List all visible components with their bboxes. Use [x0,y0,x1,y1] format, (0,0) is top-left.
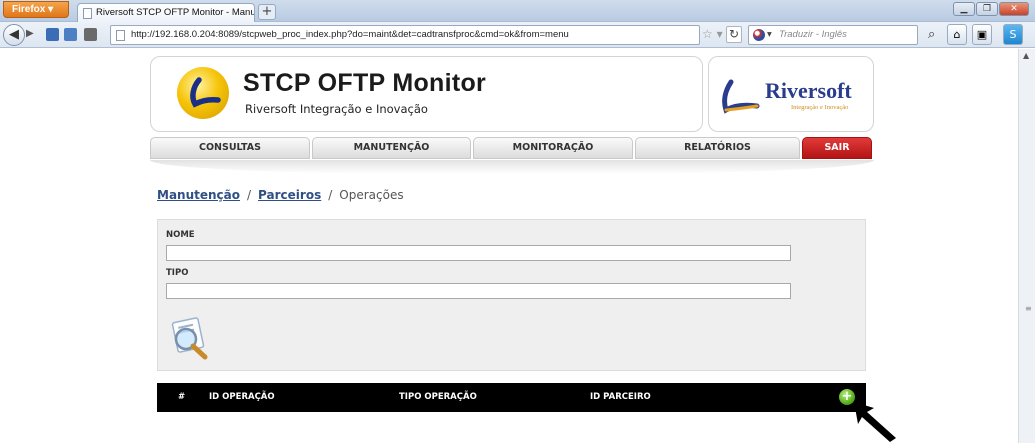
addon-icon[interactable]: ▣ [972,24,992,45]
page-icon [116,30,125,41]
mouse-cursor-icon [854,402,896,442]
breadcrumb-separator: / [328,188,333,202]
window-controls: ▁ ❐ ✕ [953,2,1029,16]
scroll-grip-icon[interactable]: ≡ [1025,304,1032,313]
history-icon[interactable] [64,28,77,41]
column-header-id-operacao: ID OPERAÇÃO [209,392,275,402]
vertical-scrollbar[interactable]: ▲ ≡ [1018,49,1035,443]
forward-icon[interactable]: ▶ [26,28,39,42]
column-header-number: # [178,392,186,402]
tab-title: Riversoft STCP OFTP Monitor - Manuten... [96,7,254,18]
menu-monitoracao[interactable]: MONITORAÇÃO [473,137,633,159]
riversoft-logo-icon [722,79,760,114]
translate-placeholder: Traduzir - Inglês [779,29,847,40]
url-bar[interactable]: http://192.168.0.204:8089/stcpweb_proc_i… [110,25,700,45]
browser-navbar: ◀ ▶ http://192.168.0.204:8089/stcpweb_pr… [0,22,1035,48]
search-button[interactable] [166,315,212,361]
skype-icon[interactable]: S [1003,24,1023,45]
downloads-icon[interactable] [84,28,97,41]
new-tab-button[interactable]: + [258,4,276,20]
tipo-label: TIPO [166,268,189,278]
browser-tab[interactable]: Riversoft STCP OFTP Monitor - Manuten... [77,3,255,22]
stcp-logo-icon [177,67,229,119]
results-table-header: # ID OPERAÇÃO TIPO OPERAÇÃO ID PARCEIRO … [157,383,866,412]
home-icon[interactable]: ⌂ [947,24,967,45]
column-header-tipo-operacao: TIPO OPERAÇÃO [399,392,477,402]
column-header-id-parceiro: ID PARCEIRO [590,392,651,402]
breadcrumb-current: Operações [339,188,404,202]
star-icon[interactable]: ☆ ▾ [702,27,723,41]
flag-icon [753,29,765,41]
page-icon [83,8,92,19]
tipo-input[interactable] [166,283,791,299]
breadcrumb-separator: / [247,188,252,202]
nome-label: NOME [166,230,195,240]
breadcrumb-manutencao[interactable]: Manutenção [157,188,240,202]
filter-form: NOME TIPO [157,219,866,371]
brand-logo: Riversoft Integração e Inovação [708,56,874,132]
url-text: http://192.168.0.204:8089/stcpweb_proc_i… [131,29,569,40]
search-icon[interactable]: ⌕ [928,27,935,42]
chevron-down-icon: ▾ [767,29,772,40]
maximize-icon[interactable]: ❐ [976,2,998,16]
menu-consultas[interactable]: CONSULTAS [150,137,310,159]
main-menu: CONSULTAS MANUTENÇÃO MONITORAÇÃO RELATÓR… [150,137,874,160]
breadcrumb-parceiros[interactable]: Parceiros [258,188,321,202]
app-title: STCP OFTP Monitor [243,69,487,97]
breadcrumb: Manutenção / Parceiros / Operações [157,188,404,202]
menu-manutencao[interactable]: MANUTENÇÃO [312,137,471,159]
close-icon[interactable]: ✕ [999,2,1029,16]
firefox-menu-button[interactable]: Firefox ▾ [3,1,69,18]
minimize-icon[interactable]: ▁ [953,2,975,16]
brand-tagline: Integração e Inovação [791,104,849,111]
swoosh-icon [190,77,221,108]
exit-button[interactable]: SAIR [802,137,872,159]
brand-name: Riversoft [765,78,852,103]
browser-titlebar: Firefox ▾ Riversoft STCP OFTP Monitor - … [0,0,1035,22]
bookmark-icon[interactable] [46,28,59,41]
back-icon[interactable]: ◀ [3,24,25,46]
app-subtitle: Riversoft Integração e Inovação [245,102,428,116]
app-header: STCP OFTP Monitor Riversoft Integração e… [150,56,703,132]
menu-relatorios[interactable]: RELATÓRIOS [635,137,800,159]
nome-input[interactable] [166,245,791,261]
scroll-up-icon[interactable]: ▲ [1023,51,1029,60]
translate-field[interactable]: ▾ Traduzir - Inglês [748,25,918,45]
menu-shadow [150,160,874,174]
reload-icon[interactable]: ↻ [726,26,742,43]
